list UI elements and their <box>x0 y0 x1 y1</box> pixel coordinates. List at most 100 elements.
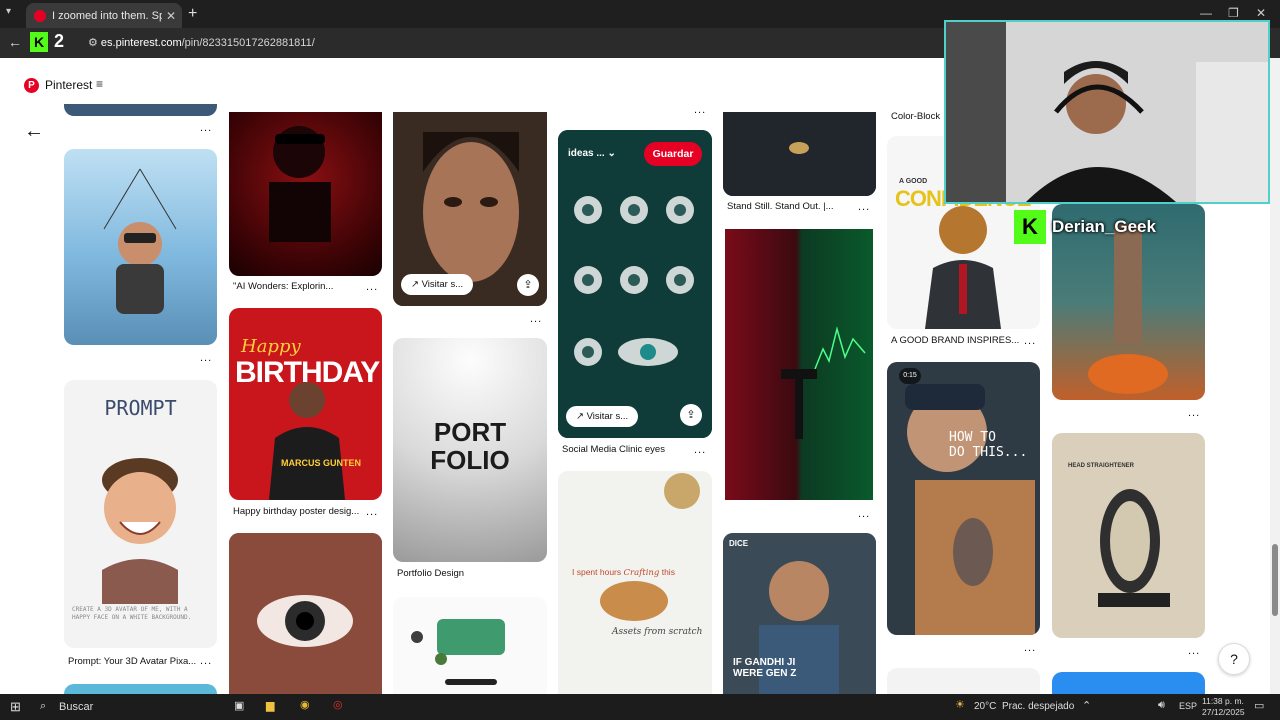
pin-card-stand-still[interactable] <box>723 112 876 196</box>
pin-caption-stand-still[interactable]: Stand Still. Stand Out. |... <box>727 201 834 212</box>
pin-card-social-eyes[interactable]: ↗ Visitar s... ⇪ <box>558 130 712 438</box>
language-indicator[interactable]: ESP <box>1179 701 1197 711</box>
pin-card-gandhi[interactable]: DICE IF GANDHI JI WERE GEN Z <box>723 533 876 694</box>
pin-more-icon[interactable]: ... <box>1024 335 1036 347</box>
chevron-down-icon: ⌄ <box>607 148 616 159</box>
pin-caption-color-block[interactable]: Color-Block <box>891 111 940 122</box>
taskbar-search[interactable]: Buscar <box>59 701 93 713</box>
pin-caption-social-eyes[interactable]: Social Media Clinic eyes <box>562 444 665 455</box>
url-path: /pin/823315017262881811/ <box>181 37 315 49</box>
pin-more-icon[interactable]: ... <box>530 313 542 325</box>
clock-time[interactable]: 11:38 p. m. <box>1202 696 1244 706</box>
close-window-icon[interactable]: ✕ <box>1256 6 1266 20</box>
clock-date[interactable]: 27/12/2025 <box>1202 707 1245 717</box>
how-to-line-2: DO THIS... <box>949 445 1028 460</box>
save-button[interactable]: Guardar <box>644 142 702 166</box>
pin-card-partial[interactable] <box>1052 672 1205 694</box>
visit-label: Visitar s... <box>586 411 629 422</box>
pin-card-partial[interactable] <box>887 668 1040 694</box>
market-image <box>781 326 866 439</box>
pin-card-avatar[interactable]: PROMPT CREATE A 3D AVATAR OF ME, WITH A … <box>64 380 217 648</box>
pin-more-icon[interactable]: ... <box>1188 407 1200 419</box>
external-link-icon: ↗ <box>576 411 587 422</box>
share-icon[interactable]: ⇪ <box>517 274 539 296</box>
restore-icon[interactable]: ❐ <box>1228 6 1239 20</box>
file-explorer-icon[interactable]: ▆ <box>266 699 274 712</box>
pin-card-brain[interactable]: I spent hours Crafting this Assets from … <box>558 471 712 694</box>
notification-icon[interactable]: ▭ <box>1254 699 1264 712</box>
minimize-icon[interactable]: — <box>1200 6 1212 20</box>
windows-start-icon[interactable]: ⊞ <box>10 699 21 715</box>
pin-more-icon[interactable]: ... <box>1188 645 1200 657</box>
chrome-icon[interactable]: ◉ <box>300 698 310 711</box>
help-icon[interactable]: ? <box>1218 643 1250 675</box>
weather-temp[interactable]: 20°C <box>974 701 996 712</box>
brain-image <box>600 473 700 621</box>
site-info-icon[interactable]: ⚙ <box>88 37 101 49</box>
close-tab-icon[interactable]: ✕ <box>166 9 176 23</box>
volume-icon[interactable]: 🔊︎ <box>1158 699 1165 712</box>
how-to-line-1: HOW TO <box>949 430 996 445</box>
pinterest-logo-icon[interactable]: P <box>24 78 39 93</box>
pin-card-birthday[interactable]: Happy BIRTHDAY MARCUS GUNTEN <box>229 308 382 500</box>
pin-card-eye[interactable] <box>229 533 382 694</box>
pin-more-icon[interactable]: ... <box>694 444 706 456</box>
weather-icon: ☀ <box>955 699 965 711</box>
visit-site-button[interactable]: ↗ Visitar s... <box>566 406 639 427</box>
pin-card-skydiver[interactable] <box>64 149 217 345</box>
pin-card-how-to[interactable]: 0:15 HOW TO DO THIS... <box>887 362 1040 635</box>
webcam-overlay <box>944 20 1270 204</box>
weather-text[interactable]: Prac. despejado <box>1002 701 1074 712</box>
browser-back-icon[interactable]: ← <box>8 34 22 50</box>
webcam-feed-image <box>946 22 1268 202</box>
task-view-icon[interactable]: ▣ <box>234 699 244 712</box>
pin-card-face[interactable]: ↗ Visitar s... ⇪ <box>393 112 547 306</box>
pin-more-icon[interactable]: ... <box>858 508 870 520</box>
pin-more-icon[interactable]: ... <box>694 104 706 116</box>
pinterest-brand[interactable]: Pinterest <box>45 78 92 92</box>
pin-card-partial[interactable] <box>64 104 217 116</box>
url-field[interactable]: ⚙ es.pinterest.com/pin/82331501726288181… <box>88 36 315 49</box>
pin-more-icon[interactable]: ... <box>366 506 378 518</box>
app-mockup-image <box>411 619 505 685</box>
windows-taskbar: ⊞ ⌕ Buscar ▣ ▆ ◉ ◎ ☀ 20°C Prac. despejad… <box>0 694 1280 720</box>
pin-more-icon[interactable]: ... <box>858 201 870 213</box>
pin-more-icon[interactable]: ... <box>1024 642 1036 654</box>
pinterest-favicon-icon <box>34 9 46 22</box>
tray-chevron-icon[interactable]: ⌃ <box>1082 699 1091 712</box>
board-select-dropdown[interactable]: ideas ... ⌄ <box>568 148 616 159</box>
pin-caption-birthday[interactable]: Happy birthday poster desig... <box>233 506 359 517</box>
obs-icon[interactable]: ◎ <box>333 698 343 711</box>
scrollbar-thumb[interactable] <box>1272 544 1278 616</box>
birthday-name: MARCUS GUNTEN <box>281 458 361 468</box>
streamer-name: Derian_Geek <box>1052 217 1156 236</box>
visit-site-button[interactable]: ↗ Visitar s... <box>401 274 474 295</box>
pin-caption-avatar[interactable]: Prompt: Your 3D Avatar Pixa... <box>68 656 196 667</box>
pin-card-head-straightener[interactable]: HEAD STRAIGHTENER <box>1052 433 1205 638</box>
arrow-left-icon[interactable]: ← <box>24 120 44 143</box>
pin-more-icon[interactable]: ... <box>200 655 212 667</box>
new-tab-icon[interactable]: + <box>188 5 197 23</box>
share-icon[interactable]: ⇪ <box>680 404 702 426</box>
pin-card-ai-wonders[interactable] <box>229 112 382 276</box>
pin-more-icon[interactable]: ... <box>366 281 378 293</box>
board-label: ideas ... <box>568 148 605 159</box>
tab-search-icon[interactable]: ▾ <box>6 6 11 17</box>
url-host: es.pinterest.com <box>100 37 182 49</box>
pin-card-portfolio[interactable]: PORT FOLIO <box>393 338 547 562</box>
pin-more-icon[interactable]: ... <box>200 122 212 134</box>
pin-caption-ai-wonders[interactable]: "AI Wonders: Explorin... <box>233 281 333 292</box>
ai-wonders-image <box>269 126 331 242</box>
pin-caption-portfolio[interactable]: Portfolio Design <box>397 568 464 579</box>
pin-more-icon[interactable]: ... <box>200 352 212 364</box>
page-scrollbar[interactable] <box>1270 58 1280 694</box>
hamburger-menu-icon[interactable]: ≡ <box>96 77 103 91</box>
birthday-person-image <box>269 382 345 500</box>
pin-card-market[interactable] <box>725 229 873 500</box>
pin-card-app[interactable] <box>393 597 547 694</box>
pin-caption-good-brand[interactable]: A GOOD BRAND INSPIRES... <box>891 335 1019 346</box>
eye-closeup-image <box>229 533 382 694</box>
search-icon[interactable]: ⌕ <box>40 700 46 713</box>
browser-tab-active[interactable]: I zoomed into them. Spent hou ✕ <box>26 3 182 28</box>
portfolio-art: PORT FOLIO <box>430 417 510 475</box>
